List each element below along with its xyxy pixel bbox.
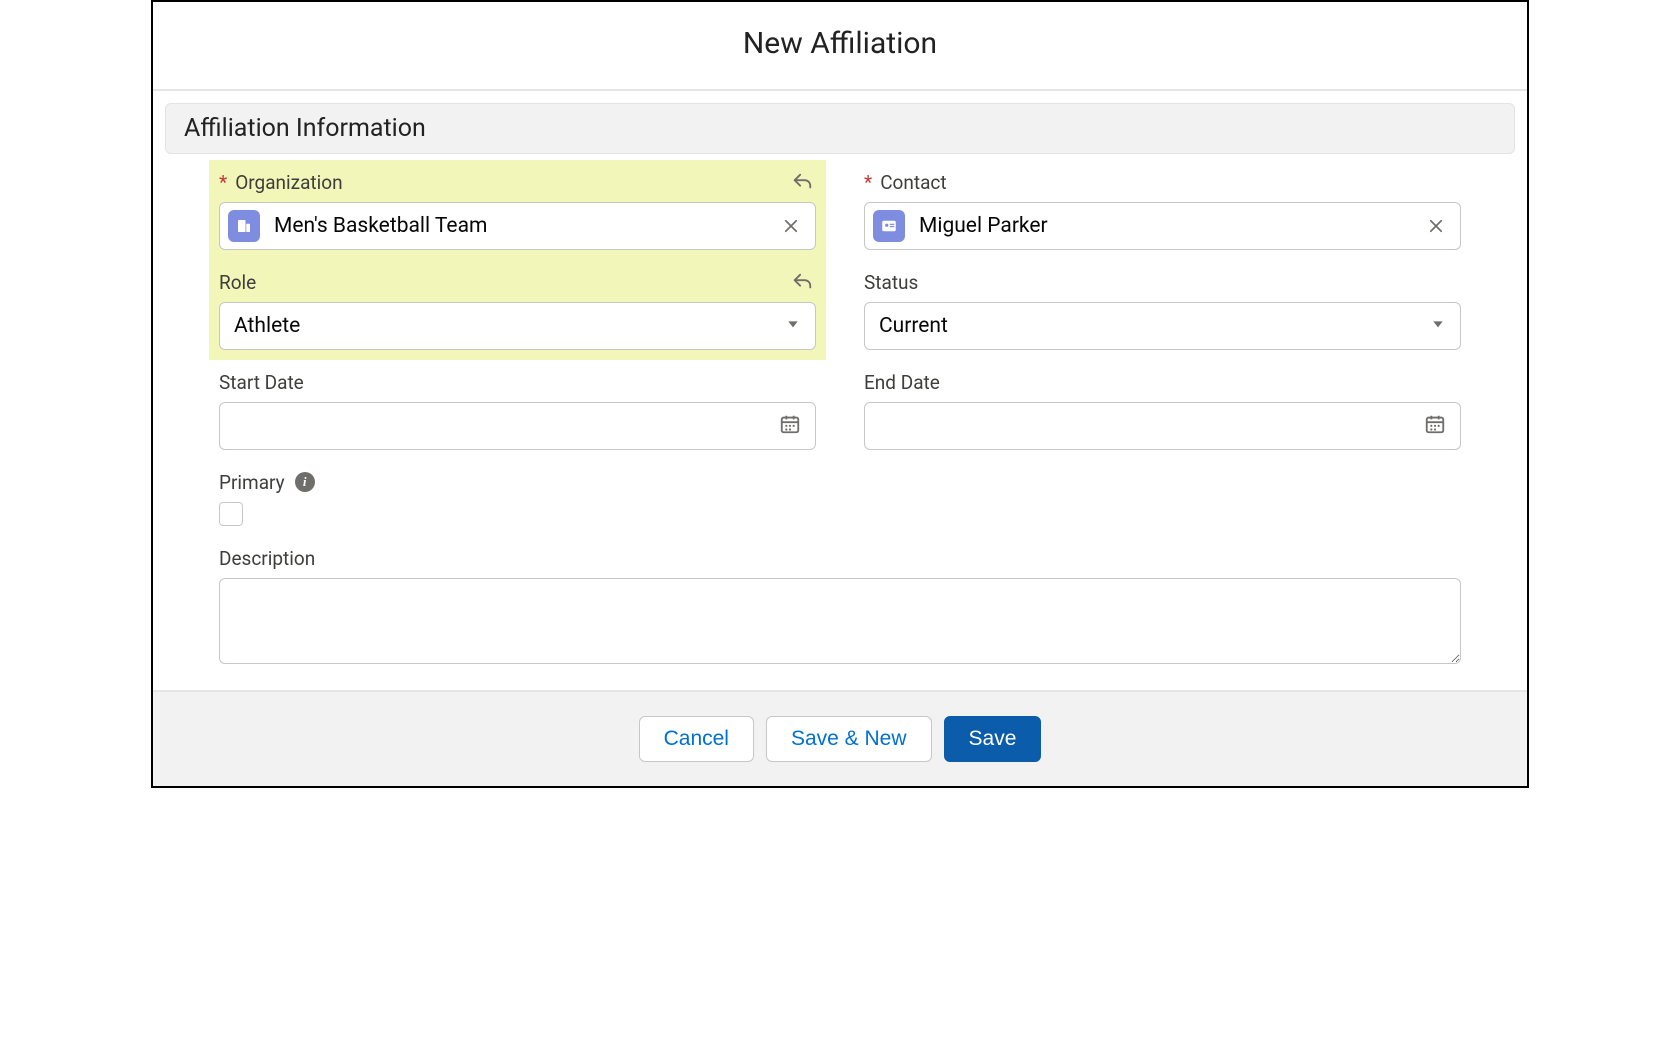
description-label: Description bbox=[219, 547, 315, 570]
modal-title: New Affiliation bbox=[153, 26, 1527, 61]
organization-value: Men's Basketball Team bbox=[260, 214, 775, 238]
role-value: Athlete bbox=[234, 314, 785, 338]
role-select[interactable]: Athlete bbox=[219, 302, 816, 350]
field-label-row: Start Date bbox=[219, 368, 816, 396]
status-select[interactable]: Current bbox=[864, 302, 1461, 350]
start-date-input[interactable] bbox=[234, 415, 779, 438]
end-date-input-wrap[interactable] bbox=[864, 402, 1461, 450]
end-date-label: End Date bbox=[864, 371, 940, 394]
spacer bbox=[864, 460, 1461, 536]
required-asterisk: * bbox=[219, 171, 227, 194]
field-label-row: End Date bbox=[864, 368, 1461, 396]
primary-checkbox[interactable] bbox=[219, 502, 243, 526]
field-label-row: Description bbox=[219, 544, 1461, 572]
section-header: Affiliation Information bbox=[165, 103, 1515, 154]
status-field: Status Current bbox=[864, 260, 1461, 360]
contact-value: Miguel Parker bbox=[905, 214, 1420, 238]
cancel-button[interactable]: Cancel bbox=[639, 716, 754, 762]
close-icon[interactable] bbox=[775, 210, 807, 242]
account-icon bbox=[228, 210, 260, 242]
field-label-row: * Contact bbox=[864, 168, 1461, 196]
new-affiliation-modal: New Affiliation Affiliation Information … bbox=[151, 0, 1529, 788]
undo-icon[interactable] bbox=[788, 168, 816, 196]
info-icon[interactable]: i bbox=[295, 472, 315, 492]
organization-field: * Organization Men's Basketball Team bbox=[209, 160, 826, 260]
field-label-row: * Organization bbox=[219, 168, 816, 196]
save-and-new-button[interactable]: Save & New bbox=[766, 716, 932, 762]
chevron-down-icon bbox=[1430, 316, 1446, 336]
section-title: Affiliation Information bbox=[184, 114, 1496, 143]
organization-lookup[interactable]: Men's Basketball Team bbox=[219, 202, 816, 250]
start-date-field: Start Date bbox=[219, 360, 816, 460]
modal-body: Affiliation Information * Organization bbox=[153, 91, 1527, 690]
chevron-down-icon bbox=[785, 316, 801, 336]
form-grid: * Organization Men's Basketball Team bbox=[165, 160, 1515, 678]
close-icon[interactable] bbox=[1420, 210, 1452, 242]
undo-icon[interactable] bbox=[788, 268, 816, 296]
description-textarea[interactable] bbox=[219, 578, 1461, 664]
contact-field: * Contact Miguel Parker bbox=[864, 160, 1461, 260]
modal-footer: Cancel Save & New Save bbox=[153, 690, 1527, 786]
description-field: Description bbox=[219, 536, 1461, 678]
contact-label: * Contact bbox=[864, 171, 947, 194]
save-button[interactable]: Save bbox=[944, 716, 1042, 762]
calendar-icon[interactable] bbox=[1424, 413, 1446, 439]
primary-field: Primary i bbox=[219, 460, 816, 536]
contact-lookup[interactable]: Miguel Parker bbox=[864, 202, 1461, 250]
status-label: Status bbox=[864, 271, 918, 294]
end-date-field: End Date bbox=[864, 360, 1461, 460]
end-date-input[interactable] bbox=[879, 415, 1424, 438]
role-label: Role bbox=[219, 271, 256, 294]
role-field: Role Athlete bbox=[209, 260, 826, 360]
required-asterisk: * bbox=[864, 171, 872, 194]
field-label-row: Primary i bbox=[219, 468, 816, 496]
field-label-row: Role bbox=[219, 268, 816, 296]
start-date-label: Start Date bbox=[219, 371, 304, 394]
calendar-icon[interactable] bbox=[779, 413, 801, 439]
start-date-input-wrap[interactable] bbox=[219, 402, 816, 450]
field-label-row: Status bbox=[864, 268, 1461, 296]
modal-header: New Affiliation bbox=[153, 2, 1527, 91]
primary-label: Primary bbox=[219, 471, 285, 494]
status-value: Current bbox=[879, 314, 1430, 338]
contact-icon bbox=[873, 210, 905, 242]
organization-label: * Organization bbox=[219, 171, 343, 194]
